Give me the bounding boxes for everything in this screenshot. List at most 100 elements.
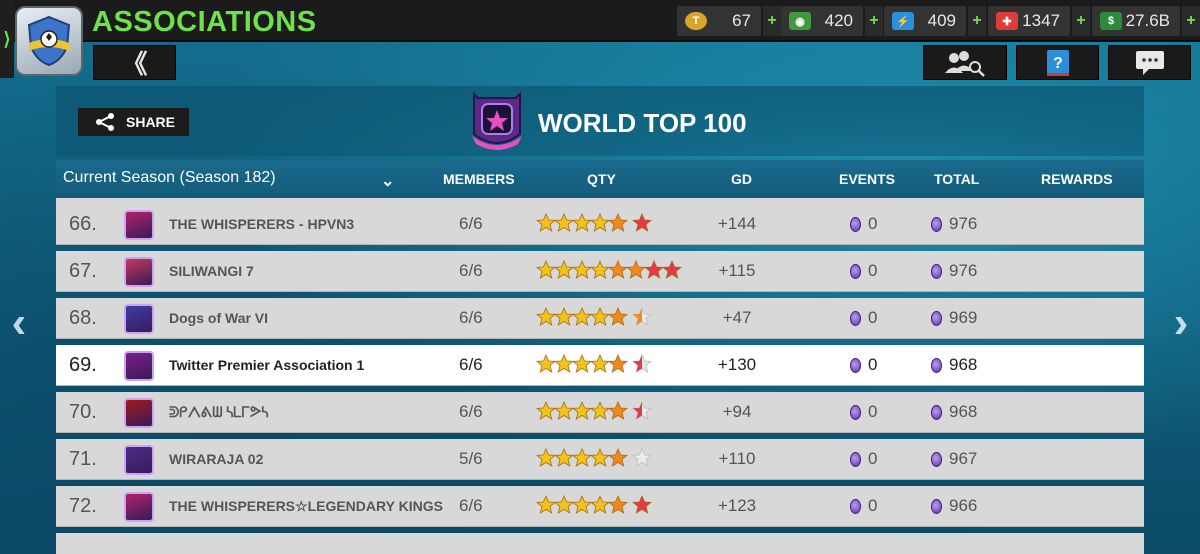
rank-number: 68. — [69, 307, 97, 329]
money-icon: $ — [1100, 12, 1122, 30]
total-points: 968 — [931, 402, 977, 422]
table-row[interactable]: 68. Dogs of War VI 6/6 +47 0 969 — [56, 298, 1144, 339]
star-icon — [632, 354, 652, 373]
column-qty[interactable]: QTY — [587, 171, 616, 187]
add-money-button[interactable]: + — [1182, 6, 1200, 36]
star-icon — [572, 354, 592, 373]
prev-page-arrow[interactable]: ‹ — [6, 298, 32, 347]
column-members[interactable]: MEMBERS — [443, 171, 515, 187]
double-chevron-left-icon: 《 — [121, 49, 148, 79]
association-name[interactable]: SILIWANGI 7 — [169, 263, 254, 279]
share-label: SHARE — [126, 114, 176, 130]
rankings-list[interactable]: 66. THE WHISPERERS - HPVN3 6/6 +144 0 976 67. S… — [56, 198, 1144, 554]
goal-difference: +94 — [722, 402, 752, 421]
total-points: 976 — [931, 261, 977, 281]
column-events[interactable]: EVENTS — [839, 171, 895, 187]
search-members-button[interactable] — [923, 45, 1007, 80]
panel-header: SHARE WORLD TOP 100 — [56, 86, 1144, 156]
column-gd[interactable]: GD — [731, 171, 752, 187]
token-icon — [931, 451, 942, 467]
token-icon — [931, 310, 942, 326]
qty-stars — [536, 354, 652, 376]
star-icon — [536, 354, 556, 373]
resource-coins: T 67 + — [677, 6, 781, 36]
token-icon — [850, 357, 861, 373]
star-icon — [590, 260, 610, 279]
rank-number: 69. — [69, 354, 97, 376]
star-icon — [632, 401, 652, 420]
table-row[interactable]: 67. SILIWANGI 7 6/6 +115 0 976 — [56, 251, 1144, 292]
token-icon — [850, 404, 861, 420]
goal-difference: +123 — [717, 496, 757, 515]
season-selector[interactable]: Current Season (Season 182) — [63, 169, 276, 187]
side-menu-toggle[interactable]: ⟩ — [0, 0, 14, 78]
coin-icon: T — [685, 12, 707, 30]
star-icon — [608, 260, 628, 279]
help-book-icon: ? — [1046, 49, 1069, 76]
add-coins-button[interactable]: + — [763, 6, 781, 36]
events-value: 0 — [868, 214, 878, 233]
events-value: 0 — [868, 402, 878, 421]
total-points: 968 — [931, 355, 977, 375]
association-name[interactable]: Twitter Premier Association 1 — [169, 357, 364, 373]
association-name[interactable]: THE WHISPERERS - HPVN3 — [169, 216, 354, 232]
association-name[interactable]: THE WHISPERERS☆LEGENDARY KINGS — [169, 498, 443, 515]
goal-difference: +130 — [717, 355, 757, 374]
back-button[interactable]: 《 — [93, 45, 176, 80]
add-cash-button[interactable]: + — [865, 6, 883, 36]
table-row[interactable]: 70. ᕲᑭᐱᕕᗯ ᓴᒪᒥᕗᓴ 6/6 +94 0 968 — [56, 392, 1144, 433]
token-icon — [850, 216, 861, 232]
star-icon — [536, 448, 556, 467]
table-row[interactable] — [56, 533, 1144, 554]
star-icon — [572, 495, 592, 514]
star-icon — [554, 213, 574, 232]
events-value: 0 — [868, 449, 878, 468]
association-name[interactable]: ᕲᑭᐱᕕᗯ ᓴᒪᒥᕗᓴ — [169, 404, 269, 421]
resource-value: 409 — [927, 11, 956, 30]
qty-stars — [536, 401, 652, 423]
rankings-panel: SHARE WORLD TOP 100 Current Season (Seas… — [56, 86, 1144, 554]
association-logo[interactable] — [15, 6, 83, 76]
add-energy-button[interactable]: + — [968, 6, 986, 36]
qty-stars — [536, 260, 682, 282]
members-count: 5/6 — [459, 449, 483, 468]
star-icon — [572, 307, 592, 326]
add-health-button[interactable]: + — [1072, 6, 1090, 36]
resource-money: $ 27.6B + — [1092, 6, 1200, 36]
next-page-arrow[interactable]: › — [1168, 298, 1194, 347]
resource-health: ✚ 1347 + — [988, 6, 1090, 36]
events-points: 0 — [850, 355, 877, 375]
rank-number: 70. — [69, 401, 97, 423]
star-icon — [536, 401, 556, 420]
star-icon — [572, 260, 592, 279]
association-name[interactable]: Dogs of War VI — [169, 310, 268, 326]
chat-button[interactable] — [1108, 45, 1191, 80]
rank-number: 71. — [69, 448, 97, 470]
association-badge-icon — [124, 445, 154, 475]
token-icon — [850, 310, 861, 326]
table-row[interactable]: 72. THE WHISPERERS☆LEGENDARY KINGS 6/6 +123… — [56, 486, 1144, 527]
table-row[interactable]: 69. Twitter Premier Association 1 6/6 +130 0… — [56, 345, 1144, 386]
total-points: 966 — [931, 496, 977, 516]
resource-value: 27.6B — [1125, 11, 1170, 30]
association-badge-icon — [124, 398, 154, 428]
association-badge-icon — [124, 351, 154, 381]
association-name[interactable]: WIRARAJA 02 — [169, 451, 263, 467]
table-row[interactable]: 66. THE WHISPERERS - HPVN3 6/6 +144 0 976 — [56, 204, 1144, 245]
token-icon — [931, 498, 942, 514]
help-button[interactable]: ? — [1016, 45, 1099, 80]
energy-icon: ⚡ — [892, 12, 914, 30]
share-button[interactable]: SHARE — [78, 108, 189, 136]
total-value: 968 — [949, 402, 978, 421]
health-icon: ✚ — [996, 12, 1018, 30]
total-value: 976 — [949, 214, 978, 233]
chevron-down-icon[interactable]: ⌄ — [381, 171, 394, 191]
star-icon — [536, 495, 556, 514]
table-row[interactable]: 71. WIRARAJA 02 5/6 +110 0 967 — [56, 439, 1144, 480]
events-value: 0 — [868, 355, 878, 374]
column-total[interactable]: TOTAL — [934, 171, 979, 187]
column-rewards[interactable]: REWARDS — [1041, 171, 1113, 187]
star-icon — [608, 307, 628, 326]
people-search-icon — [945, 50, 985, 77]
world-trophy-icon — [472, 91, 522, 150]
